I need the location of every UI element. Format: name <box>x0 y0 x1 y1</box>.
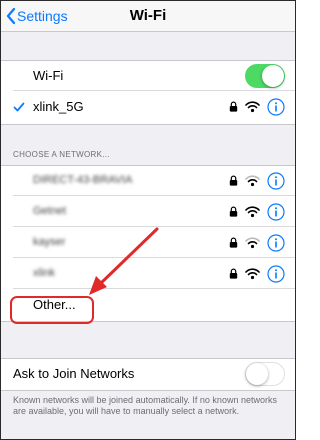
divider <box>13 195 295 196</box>
lock-icon <box>229 206 238 217</box>
ask-join-group: Ask to Join Networks <box>1 358 295 391</box>
lock-icon <box>229 268 238 279</box>
other-highlight-box <box>10 296 94 324</box>
divider <box>13 288 295 289</box>
wifi-toggle-switch[interactable] <box>245 64 285 88</box>
wifi-icon <box>245 101 260 113</box>
choose-network-header: CHOOSE A NETWORK... <box>13 150 110 159</box>
network-row[interactable]: Getnet <box>1 197 295 227</box>
wifi-icon <box>245 237 260 249</box>
wifi-icon <box>245 206 260 218</box>
wifi-icon <box>245 268 260 280</box>
divider <box>13 226 295 227</box>
lock-icon <box>229 175 238 186</box>
network-name: kayser <box>33 236 66 248</box>
network-row[interactable]: kayser <box>1 228 295 258</box>
network-row[interactable]: xlink <box>1 259 295 289</box>
info-icon[interactable] <box>267 98 285 116</box>
wifi-group: Wi-Fi xlink_5G <box>1 60 295 125</box>
checkmark-icon <box>13 102 25 112</box>
toggle-knob <box>246 363 268 385</box>
ask-join-label: Ask to Join Networks <box>13 366 135 381</box>
ask-join-row: Ask to Join Networks <box>1 359 295 389</box>
lock-icon <box>229 101 238 112</box>
divider <box>13 257 295 258</box>
info-icon[interactable] <box>267 172 285 190</box>
lock-icon <box>229 237 238 248</box>
network-name: Getnet <box>33 205 67 217</box>
divider <box>13 90 295 91</box>
ask-join-toggle-switch[interactable] <box>245 362 285 386</box>
navigation-bar: Settings Wi-Fi <box>1 1 295 32</box>
info-icon[interactable] <box>267 203 285 221</box>
wifi-settings-screen: Settings Wi-Fi Wi-Fi xlink_5G CHOOSE A N… <box>0 0 296 440</box>
wifi-toggle-row: Wi-Fi <box>1 61 295 91</box>
connected-network-row[interactable]: xlink_5G <box>1 92 295 122</box>
toggle-knob <box>262 65 284 87</box>
wifi-toggle-label: Wi-Fi <box>33 68 64 83</box>
network-name: xlink <box>33 267 56 279</box>
connected-network-name: xlink_5G <box>33 99 84 114</box>
ask-join-footer: Known networks will be joined automatica… <box>13 395 277 416</box>
network-row[interactable]: DIRECT-43-BRAVIA <box>1 166 295 196</box>
info-icon[interactable] <box>267 234 285 252</box>
info-icon[interactable] <box>267 265 285 283</box>
page-title: Wi-Fi <box>129 7 167 24</box>
wifi-icon <box>245 175 260 187</box>
network-name: DIRECT-43-BRAVIA <box>33 174 133 186</box>
